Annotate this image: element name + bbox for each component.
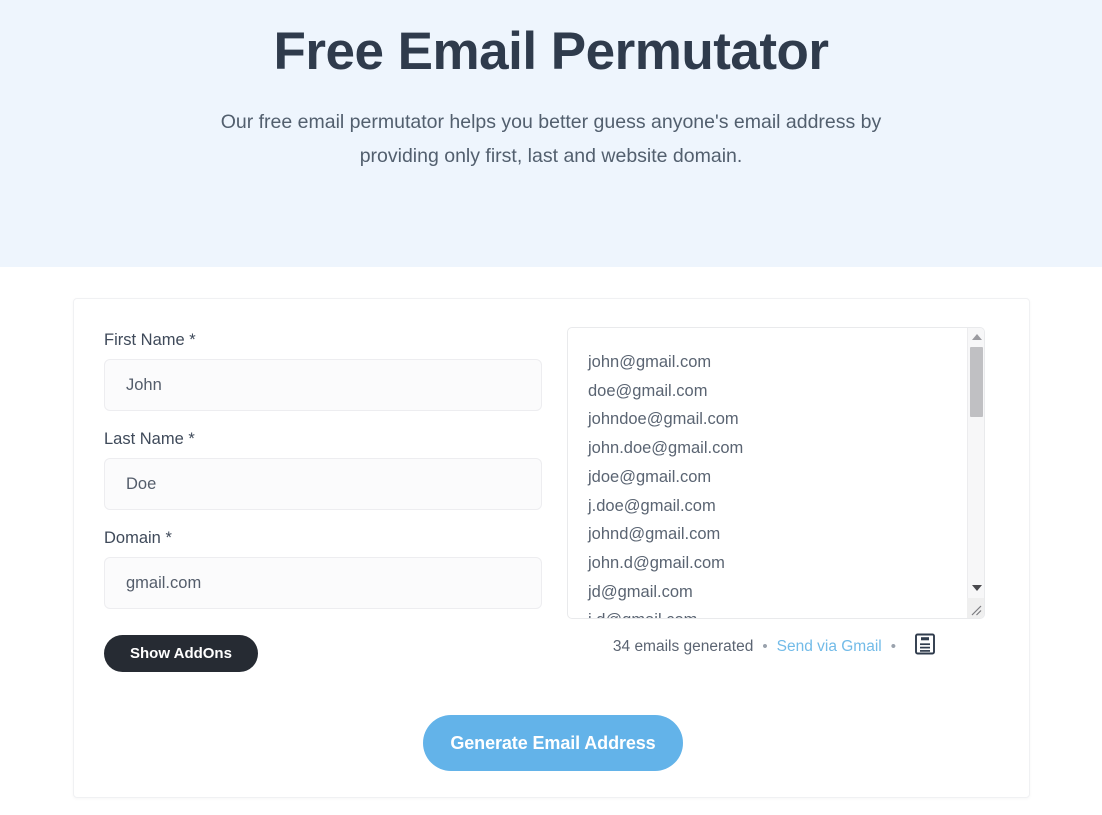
domain-input[interactable] [104, 557, 542, 609]
separator-dot: • [762, 638, 768, 655]
list-item: jdoe@gmail.com [588, 467, 712, 486]
hero-section: Free Email Permutator Our free email per… [0, 0, 1102, 267]
generate-email-address-button[interactable]: Generate Email Address [423, 715, 683, 771]
clipboard-save-icon[interactable] [914, 632, 936, 661]
results-status-bar: 34 emails generated • Send via Gmail • [567, 632, 992, 661]
domain-group: Domain * [104, 529, 544, 609]
scroll-up-arrow-icon[interactable] [968, 328, 984, 345]
form-column: First Name * Last Name * Domain * Show A… [104, 331, 544, 672]
list-item: jd@gmail.com [588, 582, 693, 601]
first-name-label: First Name * [104, 331, 196, 349]
send-via-gmail-link[interactable]: Send via Gmail [777, 638, 882, 656]
first-name-input[interactable] [104, 359, 542, 411]
list-item: john.doe@gmail.com [588, 439, 744, 458]
last-name-label: Last Name * [104, 430, 195, 448]
list-item: johnd@gmail.com [588, 525, 721, 544]
list-item: johndoe@gmail.com [588, 410, 739, 429]
textarea-resize-handle-icon[interactable] [967, 598, 984, 618]
list-item: john@gmail.com [588, 353, 712, 371]
emails-generated-count: 34 emails generated [612, 637, 754, 655]
email-list: john@gmail.com doe@gmail.com johndoe@gma… [568, 328, 966, 618]
list-item: j.doe@gmail.com [588, 496, 716, 515]
page-root: Free Email Permutator Our free email per… [0, 0, 1102, 815]
separator-dot: • [890, 638, 896, 655]
list-item: doe@gmail.com [588, 381, 708, 400]
page-subtitle: Our free email permutator helps you bett… [220, 111, 882, 167]
show-addons-button[interactable]: Show AddOns [104, 635, 258, 672]
list-item: john.d@gmail.com [588, 553, 725, 572]
results-scrollbar[interactable] [967, 328, 984, 618]
generated-emails-textarea[interactable]: john@gmail.com doe@gmail.com johndoe@gma… [567, 327, 985, 619]
scrollbar-thumb[interactable] [970, 347, 983, 417]
list-item: j.d@gmail.com [588, 606, 966, 618]
page-title: Free Email Permutator [273, 22, 829, 81]
last-name-group: Last Name * [104, 430, 544, 510]
results-column: john@gmail.com doe@gmail.com johndoe@gma… [567, 327, 992, 661]
first-name-group: First Name * [104, 331, 544, 411]
permutator-card: First Name * Last Name * Domain * Show A… [73, 298, 1030, 798]
scroll-down-arrow-icon[interactable] [968, 579, 984, 596]
domain-label: Domain * [104, 529, 172, 547]
last-name-input[interactable] [104, 458, 542, 510]
